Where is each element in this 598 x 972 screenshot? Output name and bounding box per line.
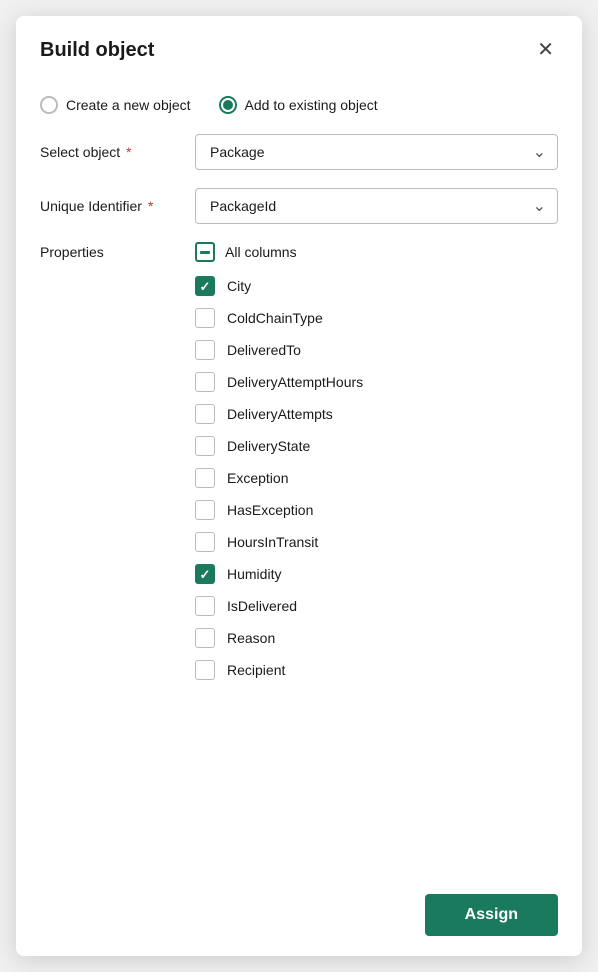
checkbox-delivered-to[interactable] xyxy=(195,340,215,360)
checkbox-recipient[interactable] xyxy=(195,660,215,680)
property-cold-chain-type: ColdChainType xyxy=(40,308,558,328)
property-reason: Reason xyxy=(40,628,558,648)
unique-identifier-required: * xyxy=(144,198,153,214)
build-object-dialog: Build object ✕ Create a new object Add t… xyxy=(16,16,582,956)
checkbox-delivery-state[interactable] xyxy=(195,436,215,456)
checkbox-humidity[interactable] xyxy=(195,564,215,584)
label-delivery-attempt-hours: DeliveryAttemptHours xyxy=(227,374,363,390)
label-delivery-state: DeliveryState xyxy=(227,438,310,454)
all-columns-row: All columns xyxy=(195,242,297,262)
checkbox-is-delivered[interactable] xyxy=(195,596,215,616)
dialog-footer: Assign xyxy=(16,878,582,956)
label-exception: Exception xyxy=(227,470,288,486)
checkbox-has-exception[interactable] xyxy=(195,500,215,520)
property-has-exception: HasException xyxy=(40,500,558,520)
radio-create-new-label: Create a new object xyxy=(66,97,191,113)
properties-header: Properties All columns xyxy=(40,242,558,262)
property-hours-in-transit: HoursInTransit xyxy=(40,532,558,552)
label-cold-chain-type: ColdChainType xyxy=(227,310,323,326)
property-city: City xyxy=(40,276,558,296)
radio-add-existing-label: Add to existing object xyxy=(245,97,378,113)
label-reason: Reason xyxy=(227,630,275,646)
property-delivery-attempts: DeliveryAttempts xyxy=(40,404,558,424)
property-delivered-to: DeliveredTo xyxy=(40,340,558,360)
unique-identifier-row: Unique Identifier * PackageId OrderId Sh… xyxy=(40,188,558,224)
unique-identifier-input[interactable]: PackageId OrderId ShipmentId xyxy=(195,188,558,224)
select-object-required: * xyxy=(122,144,131,160)
radio-group: Create a new object Add to existing obje… xyxy=(40,80,558,134)
radio-circle-add-existing xyxy=(219,96,237,114)
checkbox-exception[interactable] xyxy=(195,468,215,488)
property-delivery-attempt-hours: DeliveryAttemptHours xyxy=(40,372,558,392)
checkbox-reason[interactable] xyxy=(195,628,215,648)
select-object-label: Select object * xyxy=(40,144,195,160)
label-is-delivered: IsDelivered xyxy=(227,598,297,614)
select-object-row: Select object * Package Order Shipment ⌄ xyxy=(40,134,558,170)
label-has-exception: HasException xyxy=(227,502,313,518)
property-exception: Exception xyxy=(40,468,558,488)
checkbox-city[interactable] xyxy=(195,276,215,296)
all-columns-label: All columns xyxy=(225,244,297,260)
property-delivery-state: DeliveryState xyxy=(40,436,558,456)
checkbox-cold-chain-type[interactable] xyxy=(195,308,215,328)
close-button[interactable]: ✕ xyxy=(533,36,558,64)
unique-identifier-label: Unique Identifier * xyxy=(40,198,195,214)
properties-label: Properties xyxy=(40,244,195,260)
radio-create-new[interactable]: Create a new object xyxy=(40,96,191,114)
property-humidity: Humidity xyxy=(40,564,558,584)
dialog-body: Create a new object Add to existing obje… xyxy=(16,80,582,878)
label-delivery-attempts: DeliveryAttempts xyxy=(227,406,333,422)
checkbox-delivery-attempts[interactable] xyxy=(195,404,215,424)
property-recipient: Recipient xyxy=(40,660,558,680)
dialog-header: Build object ✕ xyxy=(16,16,582,80)
select-object-wrapper: Package Order Shipment ⌄ xyxy=(195,134,558,170)
unique-identifier-wrapper: PackageId OrderId ShipmentId ⌄ xyxy=(195,188,558,224)
radio-circle-create-new xyxy=(40,96,58,114)
dialog-title: Build object xyxy=(40,39,154,62)
assign-button[interactable]: Assign xyxy=(425,894,558,936)
properties-section: Properties All columns City ColdChainTyp… xyxy=(40,242,558,680)
label-recipient: Recipient xyxy=(227,662,285,678)
close-icon: ✕ xyxy=(537,40,554,60)
checkbox-delivery-attempt-hours[interactable] xyxy=(195,372,215,392)
label-hours-in-transit: HoursInTransit xyxy=(227,534,318,550)
radio-add-existing[interactable]: Add to existing object xyxy=(219,96,378,114)
property-is-delivered: IsDelivered xyxy=(40,596,558,616)
label-city: City xyxy=(227,278,251,294)
checkbox-hours-in-transit[interactable] xyxy=(195,532,215,552)
all-columns-checkbox[interactable] xyxy=(195,242,215,262)
label-delivered-to: DeliveredTo xyxy=(227,342,301,358)
label-humidity: Humidity xyxy=(227,566,281,582)
select-object-input[interactable]: Package Order Shipment xyxy=(195,134,558,170)
